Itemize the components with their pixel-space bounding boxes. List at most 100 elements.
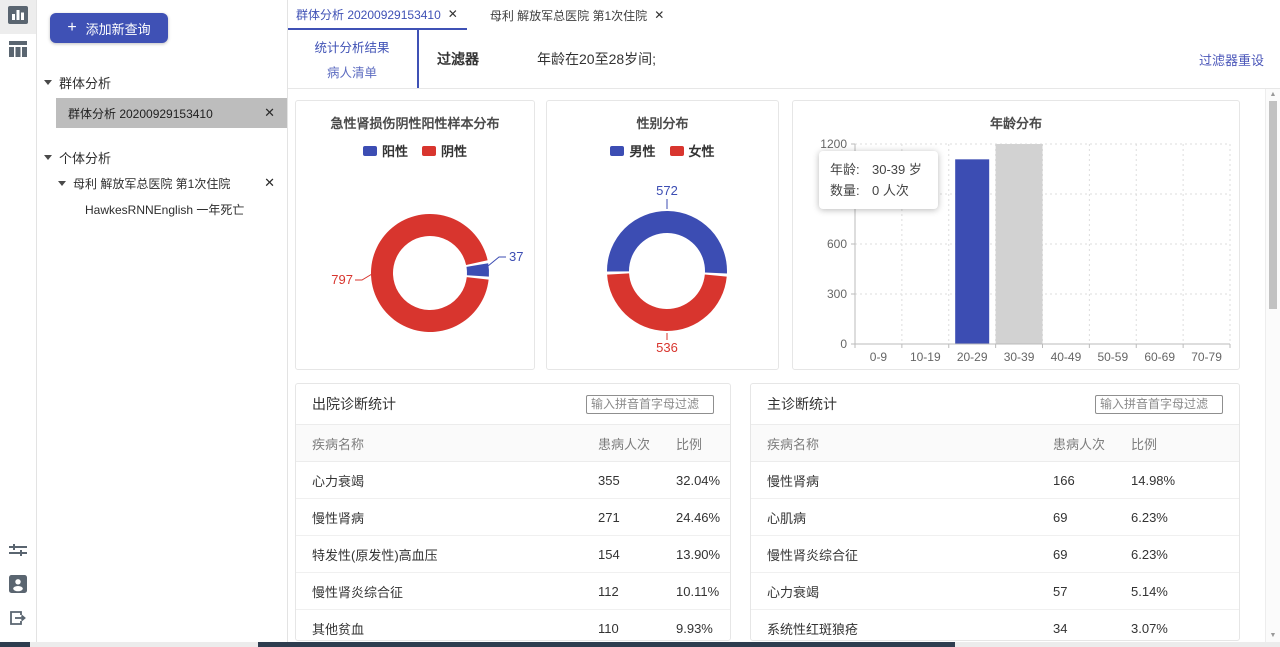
- column-header: 患病人次: [1053, 434, 1131, 453]
- gender-donut-chart[interactable]: 572536: [547, 101, 780, 371]
- age-bar-chart[interactable]: 030060090012000-910-1920-2930-3940-4950-…: [793, 101, 1241, 371]
- x-tick-label: 20-29: [957, 350, 988, 364]
- filter-reset-link[interactable]: 过滤器重设: [1199, 50, 1264, 69]
- x-tick-label: 30-39: [1004, 350, 1035, 364]
- table-cell: 10.11%: [676, 584, 719, 599]
- tooltip-label: 数量:: [830, 180, 872, 201]
- tooltip-row: 数量:0 人次: [830, 180, 922, 201]
- y-tick-label: 0: [840, 337, 847, 351]
- card-age-distribution: 年龄分布 030060090012000-910-1920-2930-3940-…: [792, 100, 1240, 370]
- bar-20-29[interactable]: [955, 159, 989, 344]
- vertical-scrollbar-thumb[interactable]: [1269, 101, 1277, 309]
- tooltip-label: 年龄:: [830, 159, 872, 180]
- card-gender-distribution: 性别分布 男性女性 572536: [546, 100, 779, 370]
- column-header: 疾病名称: [312, 434, 598, 453]
- chart-tooltip: 年龄:30-39 岁数量:0 人次: [819, 151, 938, 209]
- table-row: 慢性肾炎综合征11210.11%: [296, 573, 730, 610]
- tree-item-label: HawkesRNNEnglish 一年死亡: [85, 201, 244, 218]
- subtab-patient-list[interactable]: 病人清单: [327, 62, 377, 81]
- icon-rail: [0, 0, 37, 647]
- plus-icon: +: [67, 20, 76, 36]
- table-cell: 心力衰竭: [767, 582, 1053, 601]
- caret-down-icon: [58, 181, 66, 186]
- x-tick-label: 10-19: [910, 350, 941, 364]
- table-cell: 慢性肾炎综合征: [767, 545, 1053, 564]
- tree-item-population-query[interactable]: 群体分析 20200929153410 ✕: [56, 98, 287, 128]
- tab-label: 群体分析 20200929153410: [296, 6, 441, 23]
- table-cell: 特发性(原发性)高血压: [312, 545, 598, 564]
- table-cell: 355: [598, 473, 676, 488]
- card-discharge-diagnosis-stats: 出院诊断统计 疾病名称患病人次比例 心力衰竭35532.04%慢性肾病27124…: [295, 383, 731, 641]
- table-view-icon: [8, 41, 28, 62]
- add-new-query-label: 添加新查询: [86, 19, 151, 38]
- rail-item-table-view[interactable]: [0, 34, 36, 68]
- pinyin-filter-input[interactable]: [586, 395, 714, 414]
- table-cell: 154: [598, 547, 676, 562]
- tree-group-individual[interactable]: 个体分析: [36, 144, 287, 170]
- table-cell: 271: [598, 510, 676, 525]
- filter-label: 过滤器: [437, 49, 479, 69]
- table-cell: 34: [1053, 621, 1131, 636]
- tree-item-model-result[interactable]: HawkesRNNEnglish 一年死亡: [36, 196, 287, 222]
- donut-slice-阳性[interactable]: [466, 263, 489, 276]
- table-cell: 慢性肾病: [767, 471, 1053, 490]
- tooltip-value: 30-39 岁: [872, 162, 922, 177]
- close-icon[interactable]: ✕: [264, 175, 275, 191]
- scroll-down-icon[interactable]: ▼: [1266, 630, 1280, 642]
- tree-group-label: 个体分析: [59, 148, 111, 167]
- donut-slice-女性[interactable]: [607, 273, 727, 331]
- table-row: 慢性肾病27124.46%: [296, 499, 730, 536]
- close-icon[interactable]: ✕: [654, 8, 664, 22]
- tab-label: 母利 解放军总医院 第1次住院: [490, 7, 647, 24]
- donut-slice-男性[interactable]: [607, 211, 727, 273]
- table-cell: 57: [1053, 584, 1131, 599]
- rail-item-tune[interactable]: [0, 535, 36, 569]
- column-header: 比例: [1131, 434, 1223, 453]
- scroll-up-icon[interactable]: ▲: [1266, 89, 1280, 101]
- x-tick-label: 50-59: [1097, 350, 1128, 364]
- horizontal-scrollbar-thumb[interactable]: [258, 642, 955, 647]
- query-tree: 群体分析 群体分析 20200929153410 ✕ 个体分析 母利 解放军总医…: [36, 69, 287, 222]
- rail-item-account[interactable]: [0, 569, 36, 603]
- tune-icon: [9, 542, 27, 563]
- slice-value-label: 797: [331, 272, 353, 287]
- x-tick-label: 60-69: [1144, 350, 1175, 364]
- pinyin-filter-input[interactable]: [1095, 395, 1223, 414]
- table-row: 心肌病696.23%: [751, 499, 1239, 536]
- y-tick-label: 300: [827, 287, 847, 301]
- table-header-row: 疾病名称患病人次比例: [751, 424, 1239, 462]
- account-icon: [9, 575, 27, 598]
- caret-down-icon: [44, 80, 52, 85]
- slice-value-label: 37: [509, 249, 523, 264]
- tooltip-value: 0 人次: [872, 183, 909, 198]
- table-cell: 166: [1053, 473, 1131, 488]
- tree-group-population[interactable]: 群体分析: [36, 69, 287, 95]
- table-row: 心力衰竭35532.04%: [296, 462, 730, 499]
- table-cell: 110: [598, 621, 676, 636]
- table-row: 慢性肾炎综合征696.23%: [751, 536, 1239, 573]
- tab-individual-analysis[interactable]: 母利 解放军总医院 第1次住院 ✕: [481, 0, 673, 30]
- x-tick-label: 0-9: [870, 350, 888, 364]
- tree-item-individual-query[interactable]: 母利 解放军总医院 第1次住院 ✕: [36, 170, 287, 196]
- tab-bar: 群体分析 20200929153410 ✕ 母利 解放军总医院 第1次住院 ✕: [287, 0, 1280, 30]
- table-cell: 13.90%: [676, 547, 720, 562]
- tab-population-analysis[interactable]: 群体分析 20200929153410 ✕: [287, 0, 467, 30]
- vertical-scrollbar[interactable]: ▲ ▼: [1265, 89, 1280, 642]
- table-cell: 慢性肾炎综合征: [312, 582, 598, 601]
- aki-donut-chart[interactable]: 37 797: [296, 101, 536, 371]
- close-icon[interactable]: ✕: [264, 105, 275, 121]
- horizontal-scrollbar-thumb-left[interactable]: [0, 642, 30, 647]
- close-icon[interactable]: ✕: [448, 7, 458, 21]
- x-tick-label: 40-49: [1051, 350, 1082, 364]
- table-cell: 6.23%: [1131, 510, 1223, 525]
- table-row: 心力衰竭575.14%: [751, 573, 1239, 610]
- rail-item-chart-analysis[interactable]: [0, 0, 36, 34]
- y-tick-label: 1200: [820, 137, 847, 151]
- table-cell: 3.07%: [1131, 621, 1223, 636]
- table-cell: 系统性红斑狼疮: [767, 619, 1053, 638]
- tree-item-label: 群体分析 20200929153410: [68, 105, 213, 122]
- horizontal-scrollbar[interactable]: [0, 642, 1280, 647]
- add-new-query-button[interactable]: + 添加新查询: [50, 13, 168, 43]
- subtab-statistics-result[interactable]: 统计分析结果: [314, 37, 389, 56]
- rail-item-logout[interactable]: [0, 603, 36, 637]
